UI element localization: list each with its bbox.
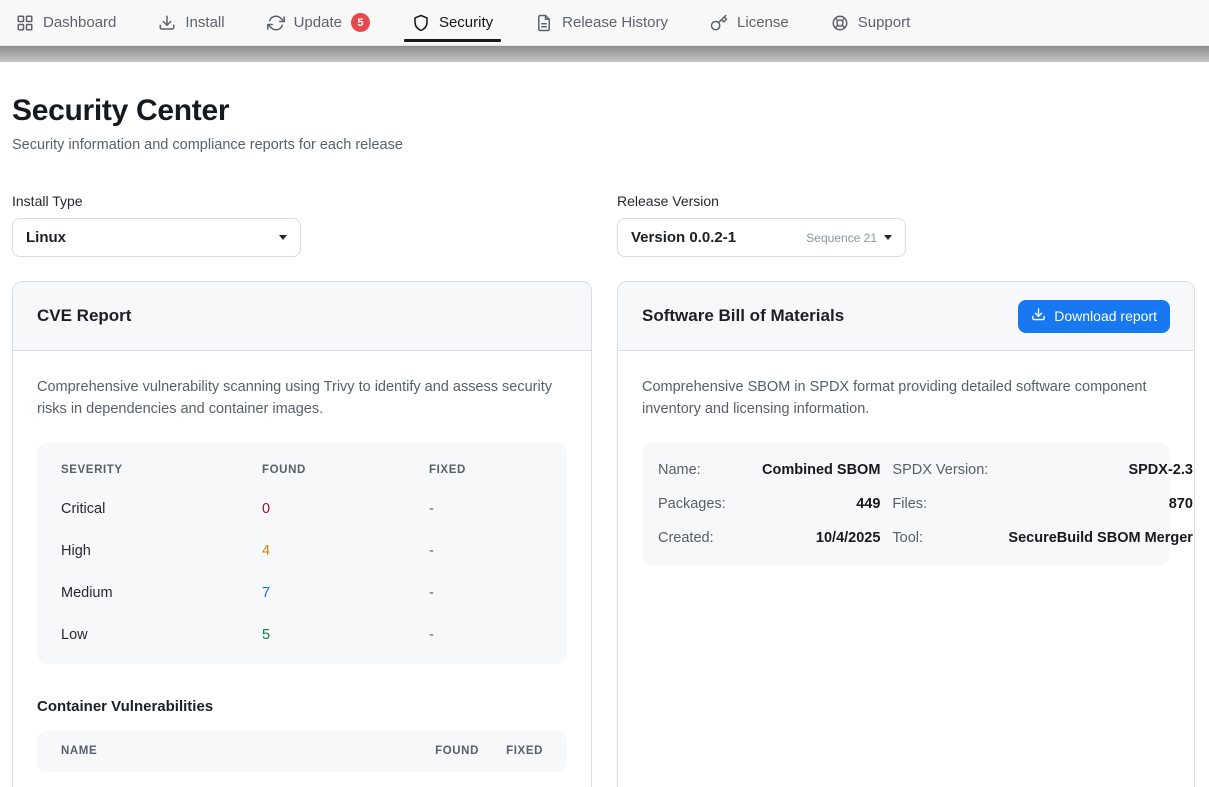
install-type-field: Install Type Linux [12,193,592,257]
info-label: SPDX Version: [892,453,996,487]
sbom-card: Software Bill of Materials Download repo… [617,281,1195,787]
install-type-select[interactable]: Linux [12,218,301,257]
severity-name: Critical [61,501,262,517]
sbom-card-title: Software Bill of Materials [642,306,844,326]
severity-table-header: SEVERITY FOUND FIXED [37,449,567,488]
cve-description: Comprehensive vulnerability scanning usi… [37,377,567,421]
col-fixed: FIXED [479,745,543,757]
found-count: 7 [262,585,429,601]
info-label: Name: [658,453,750,487]
document-icon [535,14,553,32]
container-vulnerabilities-heading: Container Vulnerabilities [37,698,567,715]
refresh-icon [267,14,285,32]
page-subtitle: Security information and compliance repo… [12,137,1195,153]
table-row: High 4 - [37,530,567,572]
fixed-count: - [429,501,543,517]
fixed-count: - [429,543,543,559]
found-count: 5 [262,627,429,643]
fixed-count: - [429,627,543,643]
chevron-down-icon [279,235,287,240]
sbom-card-header: Software Bill of Materials Download repo… [618,282,1194,351]
lifebuoy-icon [831,14,849,32]
nav-item-support[interactable]: Support [831,0,911,45]
nav-item-release-history[interactable]: Release History [535,0,668,45]
sbom-description: Comprehensive SBOM in SPDX format provid… [642,377,1170,421]
cve-card-body: Comprehensive vulnerability scanning usi… [13,351,591,787]
info-value: 870 [1008,487,1193,521]
severity-name: High [61,543,262,559]
info-value: 10/4/2025 [762,521,880,555]
col-severity: SEVERITY [61,464,262,476]
update-count-badge: 5 [351,13,370,32]
nav-label: Release History [562,14,668,31]
nav-item-license[interactable]: License [710,0,789,45]
table-row: Low 5 - [37,614,567,656]
col-found: FOUND [262,464,429,476]
info-value: SPDX-2.3 [1008,453,1193,487]
release-version-label: Release Version [617,193,1195,209]
severity-name: Low [61,627,262,643]
window-separator-strip [0,46,1209,62]
col-fixed: FIXED [429,464,543,476]
nav-item-update[interactable]: Update 5 [267,0,370,45]
col-found: FOUND [393,745,479,757]
install-type-value: Linux [26,229,279,246]
info-label: Created: [658,521,750,555]
release-version-field: Release Version Version 0.0.2-1 Sequence… [617,193,1195,257]
download-icon [158,14,176,32]
dashboard-grid-icon [16,14,34,32]
fixed-count: - [429,585,543,601]
install-type-label: Install Type [12,193,592,209]
nav-label: Dashboard [43,14,116,31]
info-value: Combined SBOM [762,453,880,487]
download-icon [1031,307,1046,325]
sbom-card-body: Comprehensive SBOM in SPDX format provid… [618,351,1194,591]
download-report-label: Download report [1054,308,1157,324]
severity-table: SEVERITY FOUND FIXED Critical 0 - High 4… [37,443,567,664]
info-value: SecureBuild SBOM Merger [1008,521,1193,555]
nav-label: Support [858,14,911,31]
table-row: Medium 7 - [37,572,567,614]
container-table-header: NAME FOUND FIXED [37,731,567,772]
col-name: NAME [61,745,393,757]
nav-label: Update [294,14,342,31]
severity-name: Medium [61,585,262,601]
release-version-select[interactable]: Version 0.0.2-1 Sequence 21 [617,218,906,257]
nav-label: Security [439,14,493,31]
info-label: Files: [892,487,996,521]
page-title: Security Center [12,94,1195,128]
nav-item-dashboard[interactable]: Dashboard [16,0,116,45]
top-navigation: Dashboard Install Update 5 Security Rele… [0,0,1209,46]
shield-icon [412,14,430,32]
key-icon [710,14,728,32]
table-row: Critical 0 - [37,488,567,530]
nav-label: Install [185,14,224,31]
chevron-down-icon [884,235,892,240]
nav-item-security[interactable]: Security [412,0,493,45]
info-label: Packages: [658,487,750,521]
release-sequence-text: Sequence 21 [806,231,877,245]
cve-report-card: CVE Report Comprehensive vulnerability s… [12,281,592,787]
cve-card-title: CVE Report [37,306,131,326]
found-count: 0 [262,501,429,517]
info-label: Tool: [892,521,996,555]
sbom-info-grid: Name: Combined SBOM SPDX Version: SPDX-2… [642,443,1170,565]
nav-item-install[interactable]: Install [158,0,224,45]
nav-label: License [737,14,789,31]
release-version-value: Version 0.0.2-1 [631,229,806,246]
cve-card-header: CVE Report [13,282,591,351]
filters-row: Install Type Linux Release Version Versi… [12,193,1195,257]
found-count: 4 [262,543,429,559]
download-report-button[interactable]: Download report [1018,300,1170,333]
info-value: 449 [762,487,880,521]
